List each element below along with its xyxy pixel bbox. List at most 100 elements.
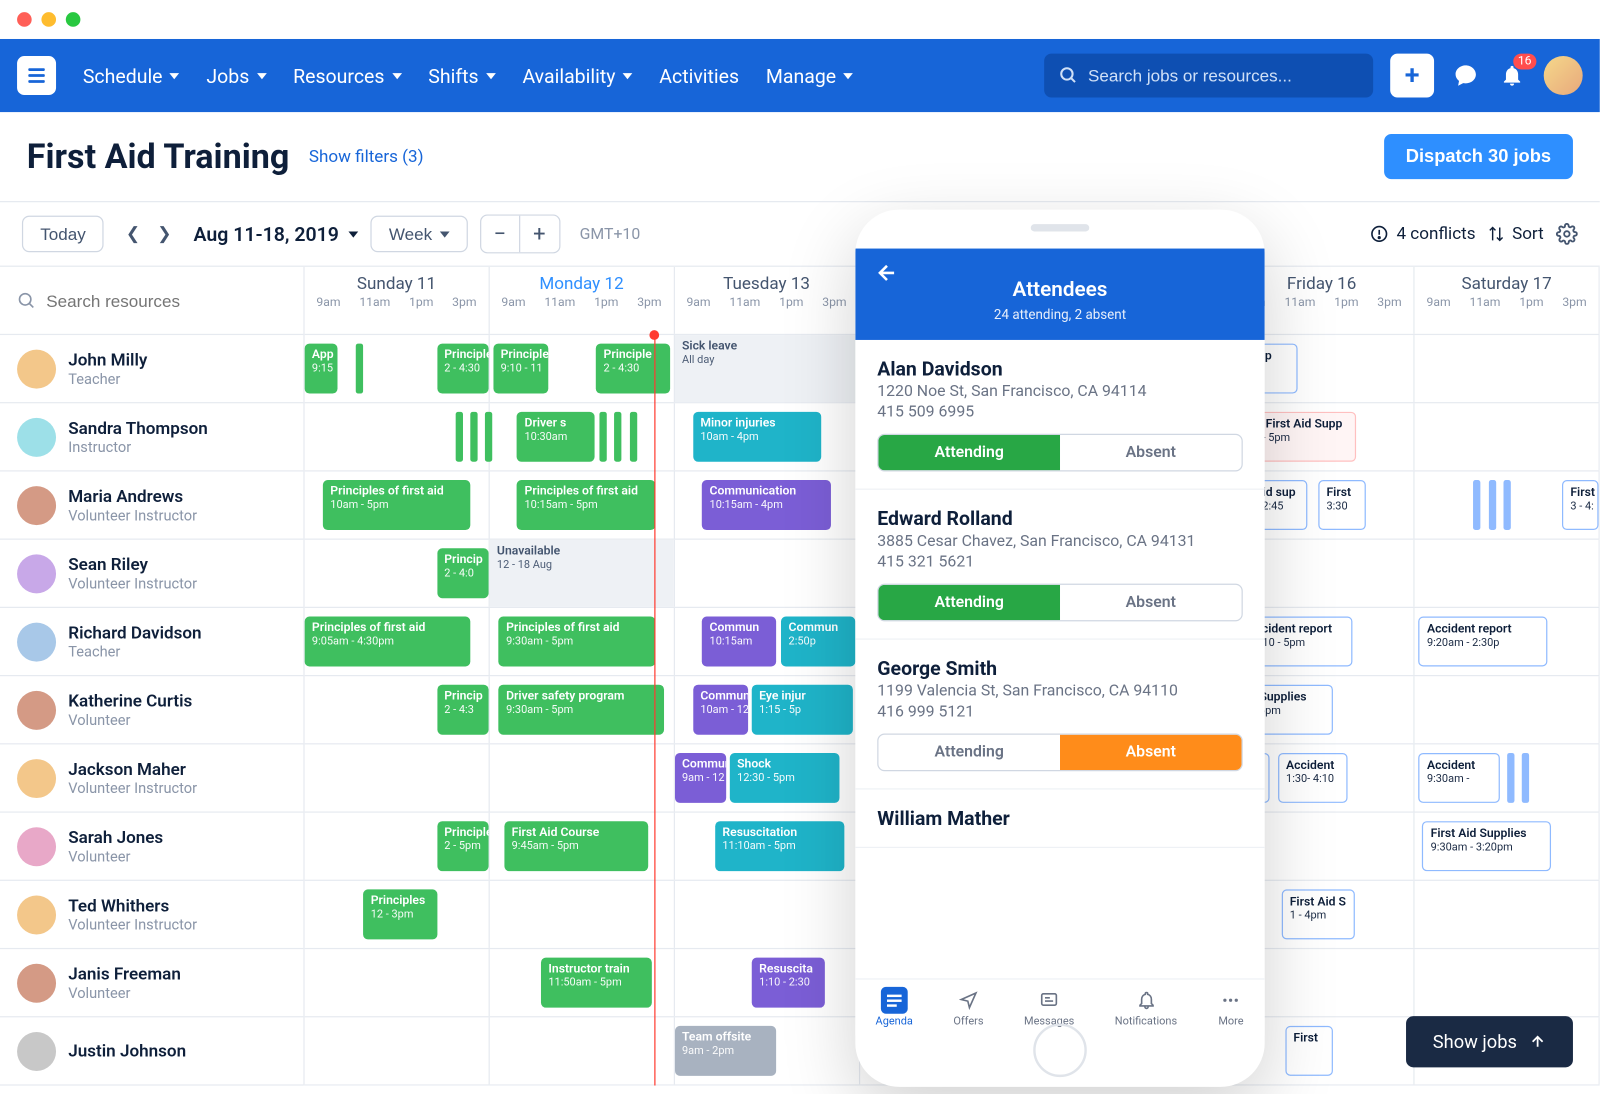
day-cell[interactable]: Driver safety program9:30am - 5pm bbox=[490, 676, 675, 743]
day-cell[interactable] bbox=[1415, 540, 1600, 607]
minimize-icon[interactable] bbox=[41, 12, 56, 27]
event-stripe[interactable] bbox=[1488, 480, 1495, 530]
resource-row[interactable]: Maria AndrewsVolunteer Instructor bbox=[0, 472, 303, 540]
day-cell[interactable]: Principle2 - 5pm bbox=[305, 813, 490, 880]
resource-row[interactable]: Janis FreemanVolunteer bbox=[0, 949, 303, 1017]
schedule-event[interactable]: Principle9:10 - 11 bbox=[493, 344, 548, 394]
event-stripe[interactable] bbox=[1507, 753, 1514, 803]
schedule-event[interactable]: First Aid Course9:45am - 5pm bbox=[504, 821, 647, 871]
resource-row[interactable]: Sean RileyVolunteer Instructor bbox=[0, 540, 303, 608]
resource-search[interactable] bbox=[0, 267, 303, 335]
resource-row[interactable]: Richard DavidsonTeacher bbox=[0, 608, 303, 676]
schedule-event[interactable]: App9:15 bbox=[305, 344, 338, 394]
event-stripe[interactable] bbox=[356, 344, 363, 394]
app-logo[interactable] bbox=[17, 56, 56, 95]
resource-row[interactable]: Jackson MaherVolunteer Instructor bbox=[0, 744, 303, 812]
schedule-event[interactable]: First A3 - 4: bbox=[1562, 480, 1599, 530]
schedule-event[interactable]: Accident9:30am - bbox=[1418, 753, 1499, 803]
day-cell[interactable]: Instructor train11:50am - 5pm bbox=[490, 949, 675, 1016]
nav-item-manage[interactable]: Manage bbox=[766, 64, 853, 87]
schedule-event[interactable]: Commun10:15am bbox=[702, 617, 776, 667]
day-cell[interactable]: Resuscitation11:10am - 5pm bbox=[675, 813, 860, 880]
event-stripe[interactable] bbox=[455, 412, 462, 462]
event-stripe[interactable] bbox=[1521, 753, 1528, 803]
schedule-event[interactable]: Commun2:50p bbox=[781, 617, 855, 667]
day-cell[interactable] bbox=[305, 949, 490, 1016]
prev-arrow[interactable]: ❮ bbox=[126, 224, 140, 243]
day-cell[interactable]: Principle9:10 - 11Principle2 - 4:30 bbox=[490, 335, 675, 402]
tab-offers[interactable]: Offers bbox=[953, 987, 983, 1028]
day-cell[interactable]: Commun10:15amCommun2:50p bbox=[675, 608, 860, 675]
schedule-event[interactable]: Accident1:30- 4:10 bbox=[1278, 753, 1348, 803]
attending-option[interactable]: Attending bbox=[878, 585, 1060, 620]
attending-option[interactable]: Attending bbox=[878, 435, 1060, 470]
day-cell[interactable] bbox=[305, 744, 490, 811]
event-stripe[interactable] bbox=[629, 412, 636, 462]
resource-row[interactable]: Katherine CurtisVolunteer bbox=[0, 676, 303, 744]
day-cell[interactable]: Princip2 - 4:3 bbox=[305, 676, 490, 743]
day-cell[interactable] bbox=[675, 881, 860, 948]
resource-row[interactable]: Justin Johnson bbox=[0, 1017, 303, 1085]
schedule-event[interactable]: Eye injur1:15 - 5p bbox=[752, 685, 853, 735]
schedule-event[interactable]: Instructor train11:50am - 5pm bbox=[541, 958, 651, 1008]
day-cell[interactable]: Unavailable12 - 18 Aug bbox=[490, 540, 675, 607]
event-stripe[interactable] bbox=[600, 412, 607, 462]
zoom-in[interactable]: + bbox=[520, 216, 559, 253]
day-cell[interactable] bbox=[305, 403, 490, 470]
schedule-event[interactable]: First3:30 bbox=[1318, 480, 1366, 530]
nav-item-jobs[interactable]: Jobs bbox=[206, 64, 266, 87]
absent-option[interactable]: Absent bbox=[1060, 585, 1242, 620]
event-stripe[interactable] bbox=[615, 412, 622, 462]
day-cell[interactable] bbox=[490, 1017, 675, 1084]
day-cell[interactable]: Principles of first aid10:15am - 5pm bbox=[490, 472, 675, 539]
home-indicator[interactable] bbox=[1033, 1023, 1087, 1077]
schedule-event[interactable]: First Aid Supplies9:30am - 3:20pm bbox=[1422, 821, 1551, 871]
today-button[interactable]: Today bbox=[22, 216, 104, 253]
schedule-event[interactable]: Resuscita1:10 - 2:30 bbox=[752, 958, 826, 1008]
schedule-event[interactable]: Principles of first aid9:30am - 5pm bbox=[499, 617, 655, 667]
day-cell[interactable] bbox=[490, 881, 675, 948]
day-cell[interactable] bbox=[1415, 881, 1600, 948]
schedule-event[interactable]: Commun9am - 12 bbox=[675, 753, 726, 803]
day-cell[interactable]: Resuscita1:10 - 2:30 bbox=[675, 949, 860, 1016]
schedule-event[interactable]: First bbox=[1285, 1026, 1333, 1076]
chat-icon[interactable] bbox=[1451, 61, 1480, 90]
day-cell[interactable] bbox=[305, 1017, 490, 1084]
attending-option[interactable]: Attending bbox=[878, 735, 1060, 770]
day-cell[interactable] bbox=[1415, 949, 1600, 1016]
nav-item-schedule[interactable]: Schedule bbox=[83, 64, 180, 87]
search-input[interactable] bbox=[1088, 66, 1358, 85]
day-cell[interactable]: Principles of first aid9:05am - 4:30pm bbox=[305, 608, 490, 675]
user-avatar[interactable] bbox=[1544, 56, 1583, 95]
day-cell[interactable] bbox=[675, 540, 860, 607]
resource-row[interactable]: Sarah JonesVolunteer bbox=[0, 813, 303, 881]
schedule-event[interactable]: Princip2 - 4:0 bbox=[437, 548, 488, 598]
day-cell[interactable]: Commun10am - 12Eye injur1:15 - 5p bbox=[675, 676, 860, 743]
close-icon[interactable] bbox=[17, 12, 32, 27]
schedule-event[interactable]: Accident report9:20am - 2:30p bbox=[1418, 617, 1547, 667]
conflicts-indicator[interactable]: 4 conflicts bbox=[1370, 224, 1476, 243]
resource-row[interactable]: Sandra ThompsonInstructor bbox=[0, 403, 303, 471]
nav-item-shifts[interactable]: Shifts bbox=[428, 64, 495, 87]
day-cell[interactable]: Minor injuries10am - 4pm bbox=[675, 403, 860, 470]
schedule-event[interactable]: Princip2 - 4:3 bbox=[437, 685, 488, 735]
day-cell[interactable]: First A3 - 4: bbox=[1415, 472, 1600, 539]
add-button[interactable]: + bbox=[1390, 54, 1434, 98]
schedule-event[interactable]: Minor injuries10am - 4pm bbox=[693, 412, 822, 462]
event-stripe[interactable] bbox=[1503, 480, 1510, 530]
day-cell[interactable]: Driver s10:30am bbox=[490, 403, 675, 470]
day-cell[interactable]: Accident9:30am - bbox=[1415, 744, 1600, 811]
date-range-picker[interactable]: Aug 11-18, 2019 bbox=[194, 222, 359, 245]
event-stripe[interactable] bbox=[1474, 480, 1481, 530]
schedule-event[interactable]: Unavailable12 - 18 Aug bbox=[490, 540, 674, 607]
day-cell[interactable]: Principles of first aid9:30am - 5pm bbox=[490, 608, 675, 675]
nav-item-resources[interactable]: Resources bbox=[293, 64, 401, 87]
schedule-event[interactable]: Sick leaveAll day bbox=[675, 335, 859, 402]
tab-agenda[interactable]: Agenda bbox=[876, 987, 913, 1028]
schedule-event[interactable]: Principle2 - 4:30 bbox=[437, 344, 488, 394]
resource-search-input[interactable] bbox=[46, 291, 286, 310]
resource-row[interactable]: Ted WhithersVolunteer Instructor bbox=[0, 881, 303, 949]
absent-option[interactable]: Absent bbox=[1060, 435, 1242, 470]
day-cell[interactable] bbox=[490, 744, 675, 811]
day-cell[interactable]: First Aid Supplies9:30am - 3:20pm bbox=[1415, 813, 1600, 880]
